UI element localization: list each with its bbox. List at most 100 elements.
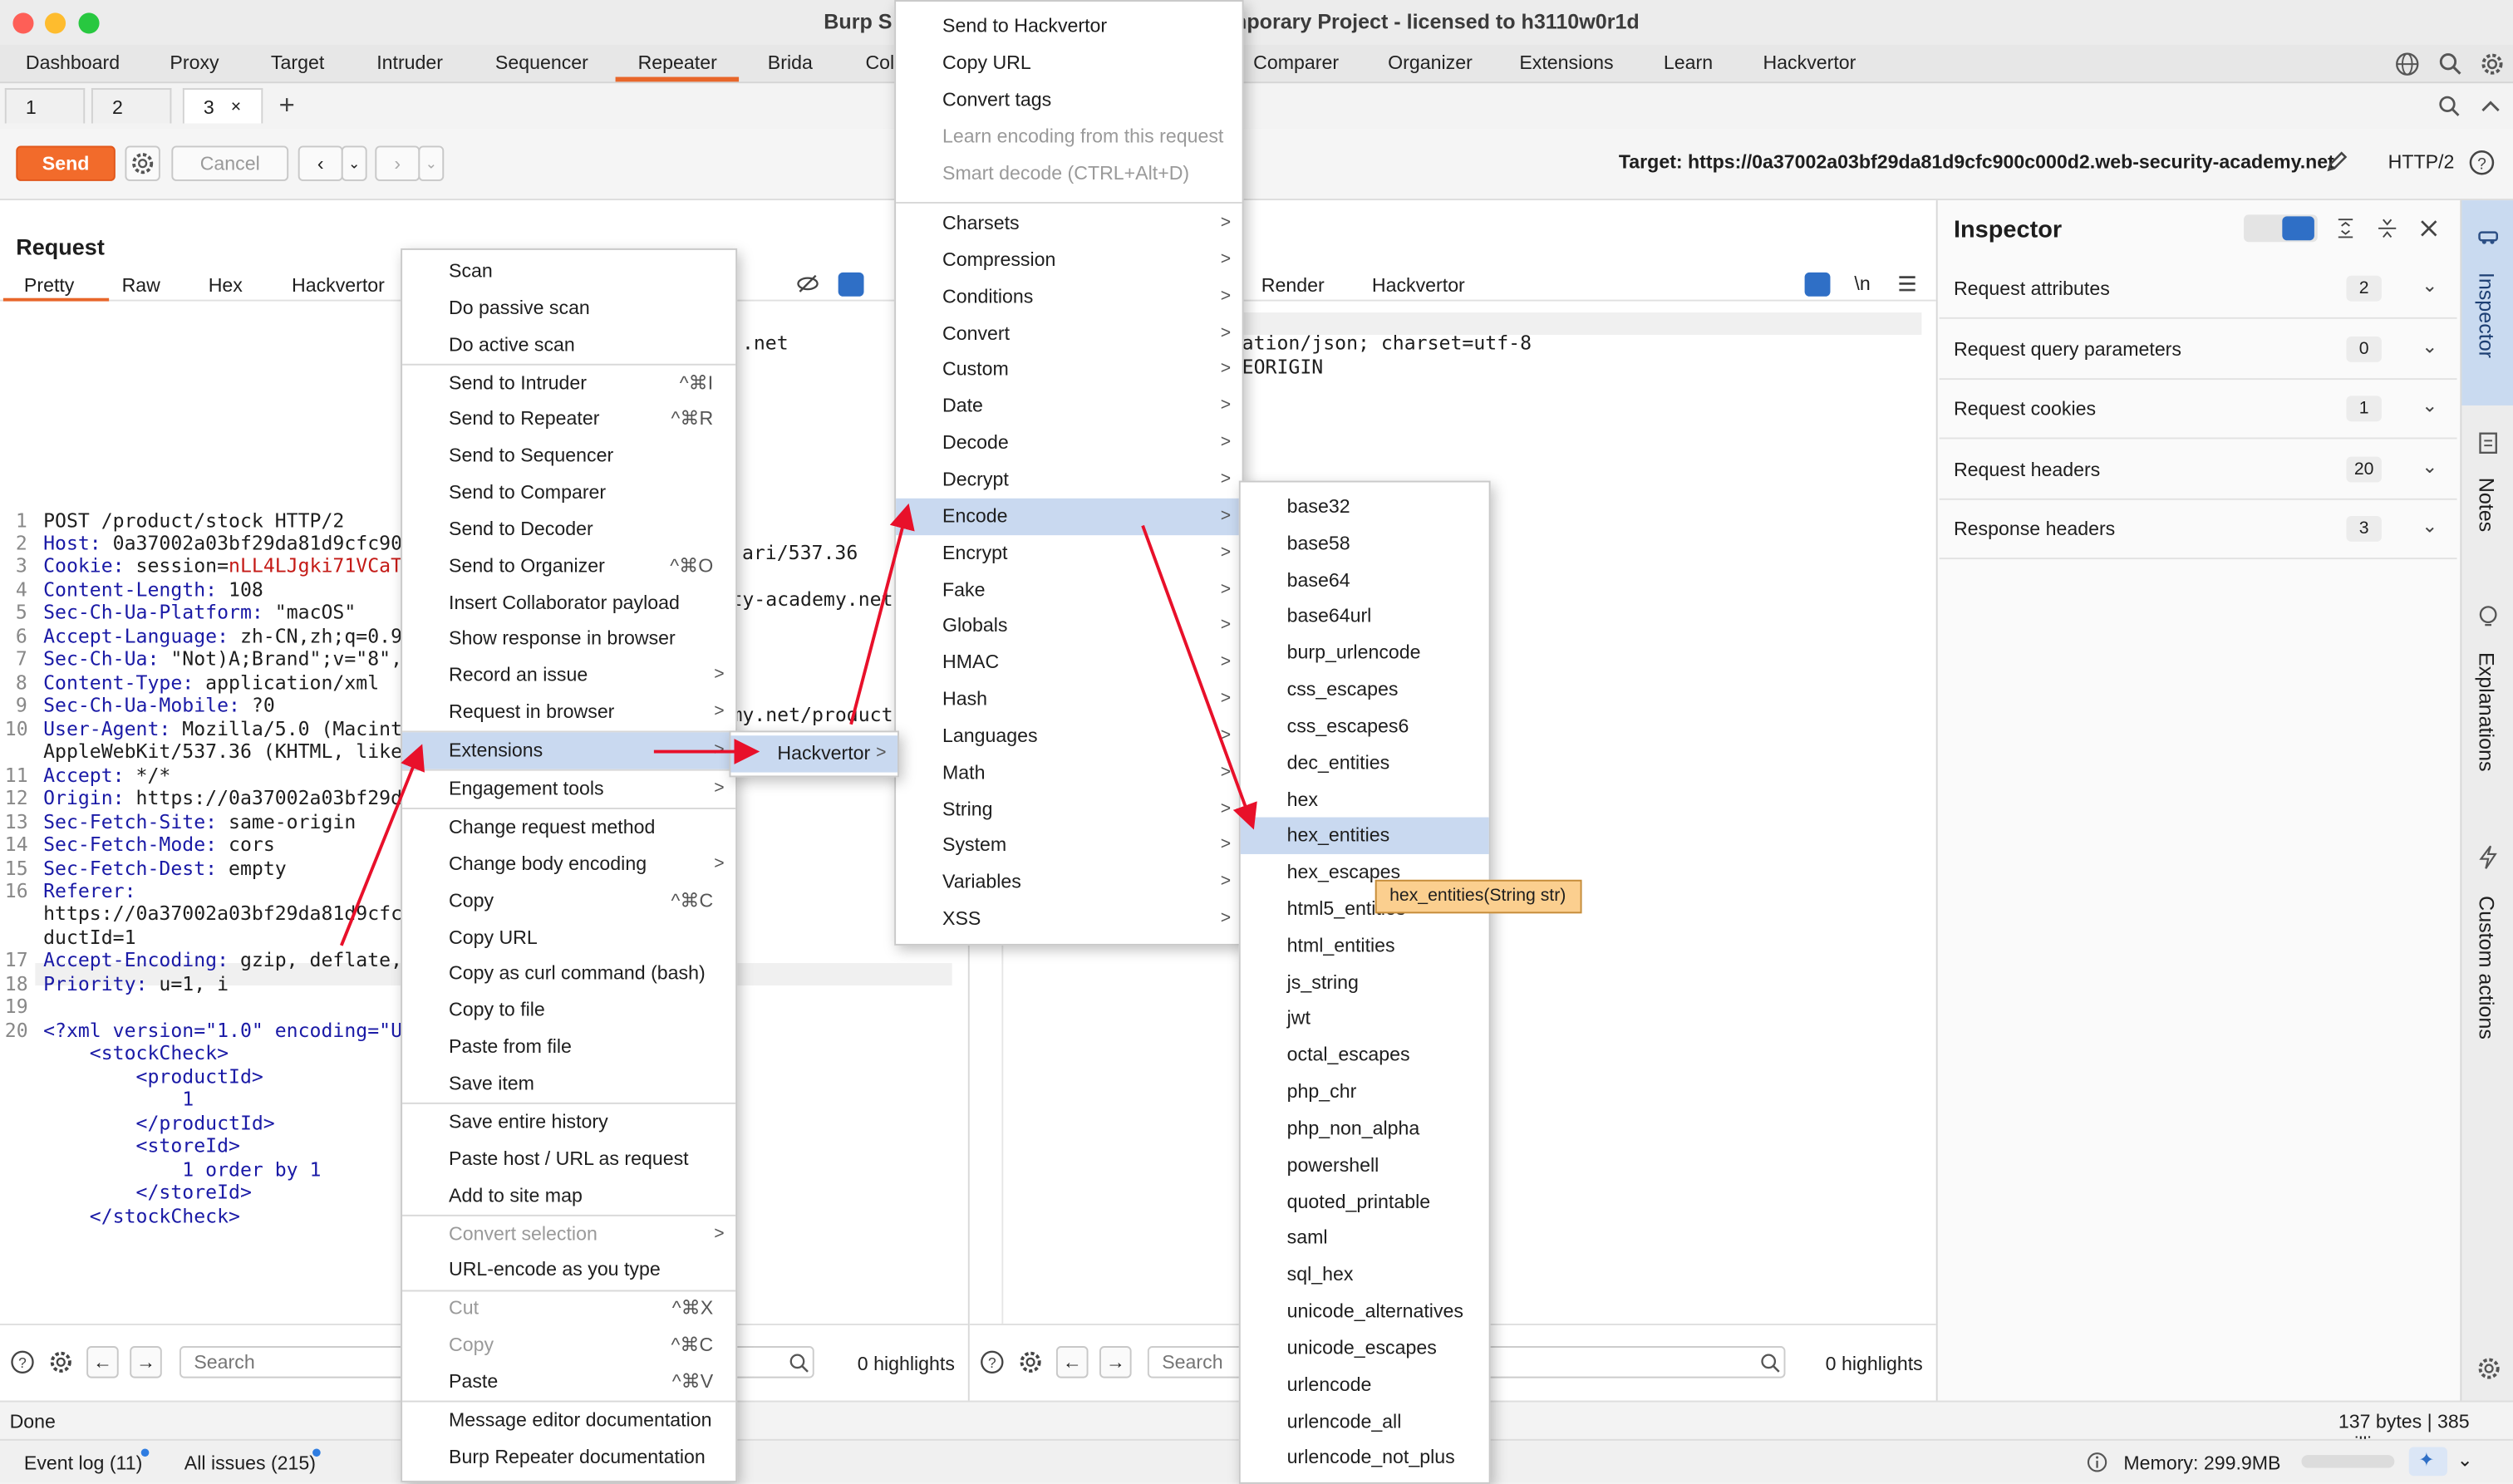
menu-item-languages[interactable]: Languages >	[896, 718, 1242, 754]
menu-item-quoted-printable[interactable]: quoted_printable	[1241, 1183, 1489, 1220]
menu-item-decrypt[interactable]: Decrypt >	[896, 461, 1242, 498]
lightbulb-icon[interactable]	[2476, 604, 2501, 630]
search-icon[interactable]	[2437, 52, 2463, 77]
menu-item-base32[interactable]: base32	[1241, 489, 1489, 525]
menu-item-hmac[interactable]: HMAC >	[896, 645, 1242, 681]
menu-item-compression[interactable]: Compression >	[896, 242, 1242, 278]
search-icon[interactable]	[2437, 95, 2461, 119]
show-newlines-toggle[interactable]: \n	[1854, 273, 1870, 295]
hide-icon[interactable]	[795, 271, 821, 297]
menu-item-fake[interactable]: Fake >	[896, 572, 1242, 608]
menu-item-send-to-comparer[interactable]: Send to Comparer	[402, 474, 735, 511]
menu-item-urlencode-all[interactable]: urlencode_all	[1241, 1403, 1489, 1439]
menu-item-do-active-scan[interactable]: Do active scan	[402, 327, 735, 363]
menu-item-request-in-browser[interactable]: Request in browser >	[402, 694, 735, 730]
all-issues-link[interactable]: All issues (215)	[184, 1452, 316, 1474]
chevron-up-icon[interactable]	[2480, 96, 2502, 115]
info-icon[interactable]	[2087, 1452, 2107, 1472]
menu-item-sql-hex[interactable]: sql_hex	[1241, 1256, 1489, 1293]
tab-comparer[interactable]: Comparer	[1253, 52, 1339, 74]
close-window-button[interactable]	[12, 12, 34, 34]
help-icon[interactable]: ?	[979, 1349, 1005, 1375]
close-icon[interactable]	[2417, 216, 2441, 240]
menu-item-paste-from-file[interactable]: Paste from file	[402, 1029, 735, 1065]
expand-all-icon[interactable]	[2334, 216, 2358, 240]
target-url[interactable]: Target: https://0a37002a03bf29da81d9cfc9…	[1619, 150, 2334, 173]
tab-organizer[interactable]: Organizer	[1388, 52, 1473, 74]
http-version[interactable]: HTTP/2	[2388, 150, 2455, 173]
lightning-icon[interactable]	[2478, 844, 2499, 870]
tab-sequencer[interactable]: Sequencer	[495, 52, 588, 74]
cancel-button[interactable]: Cancel	[171, 145, 289, 181]
menu-item-urlencode[interactable]: urlencode	[1241, 1366, 1489, 1403]
menu-item-copy-to-file[interactable]: Copy to file	[402, 992, 735, 1029]
menu-item-paste-host-url-as-request[interactable]: Paste host / URL as request	[402, 1141, 735, 1177]
menu-item-urlencode-not-plus[interactable]: urlencode_not_plus	[1241, 1439, 1489, 1476]
tab-hackvertor-response[interactable]: Hackvertor	[1372, 274, 1465, 297]
menu-item-convert[interactable]: Convert >	[896, 315, 1242, 351]
repeater-tab-2[interactable]: 2	[91, 88, 172, 124]
settings-gear-icon[interactable]	[2480, 52, 2506, 77]
send-settings-button[interactable]	[125, 145, 160, 181]
tab-extensions[interactable]: Extensions	[1519, 52, 1613, 74]
tab-learn[interactable]: Learn	[1664, 52, 1713, 74]
collapse-all-icon[interactable]	[2375, 216, 2399, 240]
tab-hackvertor-view[interactable]: Hackvertor	[292, 274, 385, 297]
menu-item-dec-entities[interactable]: dec_entities	[1241, 744, 1489, 781]
inspector-section[interactable]: Request query parameters 0 ⌄	[1939, 320, 2457, 380]
back-history-dropdown[interactable]: ⌄	[341, 145, 367, 181]
menu-item-send-to-sequencer[interactable]: Send to Sequencer	[402, 438, 735, 474]
inspector-section[interactable]: Request headers 20 ⌄	[1939, 440, 2457, 499]
add-tab-icon[interactable]: +	[279, 90, 295, 122]
menu-item-copy[interactable]: Copy ^⌘C	[402, 882, 735, 919]
globe-icon[interactable]	[2394, 52, 2420, 77]
menu-item-base64url[interactable]: base64url	[1241, 598, 1489, 635]
event-log-link[interactable]: Event log (11)	[24, 1452, 142, 1474]
inspector-layout-list-button[interactable]	[2247, 218, 2279, 238]
inspector-section[interactable]: Request cookies 1 ⌄	[1939, 380, 2457, 440]
notes-icon[interactable]	[2478, 431, 2499, 455]
menu-item-math[interactable]: Math >	[896, 754, 1242, 791]
inspector-section[interactable]: Response headers 3 ⌄	[1939, 500, 2457, 560]
previous-match-button[interactable]: ←	[86, 1346, 119, 1378]
menu-item-string[interactable]: String >	[896, 791, 1242, 828]
forward-history-dropdown[interactable]: ⌄	[418, 145, 445, 181]
menu-item-send-to-hackvertor[interactable]: Send to Hackvertor	[896, 8, 1242, 45]
tab-dashboard[interactable]: Dashboard	[26, 52, 120, 74]
menu-item-html-entities[interactable]: html_entities	[1241, 927, 1489, 964]
back-button[interactable]: ‹	[298, 145, 343, 181]
menu-item-hackvertor[interactable]: Hackvertor >	[730, 735, 898, 773]
menu-item-date[interactable]: Date >	[896, 388, 1242, 425]
wrap-lines-icon[interactable]	[1804, 272, 1831, 297]
menu-item-extensions[interactable]: Extensions >	[402, 732, 736, 769]
side-tab-notes[interactable]: Notes	[2475, 478, 2499, 533]
menu-item-decode[interactable]: Decode >	[896, 425, 1242, 461]
side-tab-custom-actions[interactable]: Custom actions	[2475, 896, 2499, 1039]
next-match-button[interactable]: →	[1099, 1346, 1132, 1378]
gear-icon[interactable]	[48, 1349, 74, 1375]
menu-item-convert-tags[interactable]: Convert tags	[896, 81, 1242, 118]
menu-item-css-escapes[interactable]: css_escapes	[1241, 671, 1489, 708]
menu-item-hex[interactable]: hex	[1241, 781, 1489, 818]
tab-pretty[interactable]: Pretty	[24, 274, 74, 297]
ai-sparkle-button[interactable]: ✦	[2408, 1447, 2447, 1477]
menu-item-url-encode-as-you-type[interactable]: URL-encode as you type	[402, 1252, 735, 1289]
help-icon[interactable]: ?	[10, 1349, 36, 1375]
settings-gear-icon[interactable]	[2476, 1356, 2502, 1382]
menu-item-unicode-alternatives[interactable]: unicode_alternatives	[1241, 1293, 1489, 1329]
menu-item-send-to-decoder[interactable]: Send to Decoder	[402, 511, 735, 548]
tab-repeater[interactable]: Repeater	[638, 52, 717, 74]
menu-item-unicode-escapes[interactable]: unicode_escapes	[1241, 1329, 1489, 1366]
side-tab-explanations[interactable]: Explanations	[2475, 652, 2499, 772]
inspector-section[interactable]: Request attributes 2 ⌄	[1939, 259, 2457, 319]
menu-item-show-response-in-browser[interactable]: Show response in browser	[402, 621, 735, 657]
next-match-button[interactable]: →	[130, 1346, 162, 1378]
forward-button[interactable]: ›	[375, 145, 420, 181]
edit-target-pencil-icon[interactable]	[2324, 149, 2349, 174]
chevron-down-icon[interactable]: ⌄	[2457, 1448, 2473, 1471]
tab-hex[interactable]: Hex	[209, 274, 243, 297]
menu-item-send-to-organizer[interactable]: Send to Organizer ^⌘O	[402, 548, 735, 584]
help-icon[interactable]: ?	[2468, 149, 2496, 176]
menu-item-insert-collaborator-payload[interactable]: Insert Collaborator payload	[402, 584, 735, 621]
menu-item-save-item[interactable]: Save item	[402, 1065, 735, 1102]
